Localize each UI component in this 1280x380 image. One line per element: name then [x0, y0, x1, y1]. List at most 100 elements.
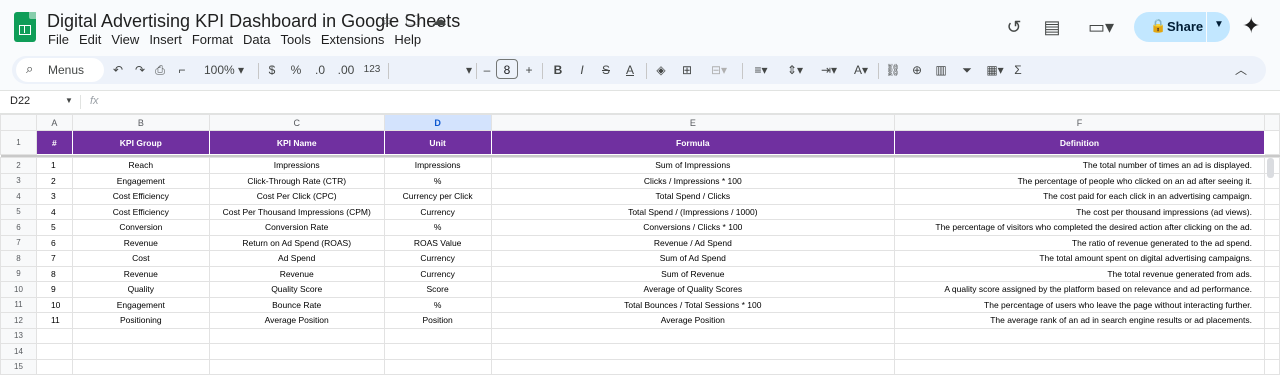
cell[interactable]: Quality	[71, 281, 210, 298]
share-dropdown-icon[interactable]: ▼	[1214, 19, 1224, 30]
cell[interactable]: Positioning	[71, 312, 210, 329]
cell[interactable]: Cost Efficiency	[71, 203, 210, 220]
cell[interactable]	[208, 358, 385, 375]
cell[interactable]	[208, 343, 385, 360]
cell[interactable]	[208, 327, 385, 344]
bold-button[interactable]: B	[550, 60, 566, 80]
row-header[interactable]: 14	[0, 343, 37, 360]
row-header[interactable]: 4	[0, 188, 37, 205]
row-header[interactable]: 10	[0, 281, 37, 298]
cell[interactable]: Ad Spend	[208, 250, 385, 267]
cell[interactable]: 9	[35, 281, 73, 298]
cell[interactable]: Clicks / Impressions * 100	[490, 172, 896, 189]
text-rotation-icon[interactable]: A▾	[846, 60, 876, 80]
cell[interactable]	[383, 327, 492, 344]
cell[interactable]	[894, 358, 1265, 375]
cell[interactable]: 7	[35, 250, 73, 267]
cell[interactable]: Average Position	[490, 312, 896, 329]
row-header[interactable]: 2	[0, 157, 37, 174]
cell[interactable]	[383, 358, 492, 375]
cell[interactable]	[35, 327, 73, 344]
cell[interactable]: Revenue / Ad Spend	[490, 234, 896, 251]
cell[interactable]: 2	[35, 172, 73, 189]
cell[interactable]: Total Spend / (Impressions / 1000)	[490, 203, 896, 220]
cell[interactable]: Revenue	[71, 265, 210, 282]
share-button[interactable]: 🔒 Share ▼	[1134, 12, 1230, 42]
header-cell[interactable]: Formula	[490, 130, 896, 155]
cell[interactable]: Total Spend / Clicks	[490, 188, 896, 205]
cell[interactable]: The total revenue generated from ads.	[894, 265, 1265, 282]
cell[interactable]: %	[383, 219, 492, 236]
menu-extensions[interactable]: Extensions	[321, 32, 391, 47]
column-header-e[interactable]: E	[490, 114, 896, 131]
cell[interactable]: The average rank of an ad in search engi…	[894, 312, 1265, 329]
cell[interactable]: 1	[35, 157, 73, 174]
filter-views-icon[interactable]: ▦▾	[982, 60, 1008, 80]
cell[interactable]: Cost	[71, 250, 210, 267]
cell[interactable]: 8	[35, 265, 73, 282]
cell[interactable]: Reach	[71, 157, 210, 174]
header-cell[interactable]: Unit	[383, 130, 492, 155]
cell[interactable]: Position	[383, 312, 492, 329]
cell[interactable]: Conversion	[71, 219, 210, 236]
fill-color-icon[interactable]: ◈	[652, 60, 670, 80]
cell[interactable]: The cost paid for each click in an adver…	[894, 188, 1265, 205]
version-history-icon[interactable]: ↺	[1002, 15, 1026, 39]
cell[interactable]: Average of Quality Scores	[490, 281, 896, 298]
cell[interactable]: 5	[35, 219, 73, 236]
comments-icon[interactable]: ▤	[1040, 15, 1064, 39]
menu-format[interactable]: Format	[192, 32, 239, 47]
cell[interactable]: Currency	[383, 203, 492, 220]
zoom-select[interactable]: 100% ▾	[198, 60, 250, 80]
row-header[interactable]: 15	[0, 358, 37, 375]
cell[interactable]: The cost per thousand impressions (ad vi…	[894, 203, 1265, 220]
cell[interactable]	[35, 358, 73, 375]
cell[interactable]: Cost Per Thousand Impressions (CPM)	[208, 203, 385, 220]
cell[interactable]: The total amount spent on digital advert…	[894, 250, 1265, 267]
cell[interactable]: Score	[383, 281, 492, 298]
cell[interactable]: The ratio of revenue generated to the ad…	[894, 234, 1265, 251]
cell[interactable]: The percentage of visitors who completed…	[894, 219, 1265, 236]
cell[interactable]: Revenue	[71, 234, 210, 251]
borders-icon[interactable]: ⊞	[678, 60, 696, 80]
cell[interactable]: 10	[35, 296, 73, 313]
name-box[interactable]: D22	[10, 95, 30, 107]
cell[interactable]: Cost Per Click (CPC)	[208, 188, 385, 205]
more-formats-button[interactable]: 123	[360, 60, 384, 80]
sheets-logo-icon[interactable]	[14, 12, 36, 42]
cell[interactable]	[383, 343, 492, 360]
menu-file[interactable]: File	[48, 32, 75, 47]
cell[interactable]: Return on Ad Spend (ROAS)	[208, 234, 385, 251]
column-header-b[interactable]: B	[71, 114, 210, 131]
cell[interactable]: %	[383, 296, 492, 313]
menu-help[interactable]: Help	[394, 32, 427, 47]
italic-button[interactable]: I	[574, 60, 590, 80]
cell[interactable]: Quality Score	[208, 281, 385, 298]
functions-button[interactable]: Σ	[1010, 60, 1026, 80]
menu-data[interactable]: Data	[243, 32, 276, 47]
cell[interactable]	[894, 327, 1265, 344]
strikethrough-button[interactable]: S	[598, 60, 614, 80]
vertical-scrollbar[interactable]	[1267, 158, 1274, 178]
cell[interactable]	[71, 327, 210, 344]
cell[interactable]: ROAS Value	[383, 234, 492, 251]
font-size-increase-button[interactable]: +	[522, 60, 536, 80]
row-header[interactable]: 6	[0, 219, 37, 236]
font-size-decrease-button[interactable]: –	[480, 60, 494, 80]
cell[interactable]: Conversions / Clicks * 100	[490, 219, 896, 236]
cell[interactable]: Click-Through Rate (CTR)	[208, 172, 385, 189]
cell[interactable]	[490, 343, 896, 360]
header-cell[interactable]: KPI Name	[208, 130, 385, 155]
currency-format-button[interactable]: $	[264, 60, 280, 80]
cell[interactable]: Engagement	[71, 172, 210, 189]
collapse-toolbar-icon[interactable]: ︿	[1232, 60, 1250, 80]
paint-format-icon[interactable]: ⌐	[172, 60, 192, 80]
increase-decimal-button[interactable]: .00	[334, 60, 358, 80]
insert-comment-icon[interactable]: ⊕	[908, 60, 926, 80]
cell[interactable]: Currency per Click	[383, 188, 492, 205]
decrease-decimal-button[interactable]: .0	[310, 60, 330, 80]
gemini-sparkle-icon[interactable]: ✦	[1242, 13, 1260, 39]
row-header[interactable]: 3	[0, 172, 37, 189]
horizontal-align-icon[interactable]: ≡▾	[746, 60, 776, 80]
cell[interactable]: Sum of Ad Spend	[490, 250, 896, 267]
